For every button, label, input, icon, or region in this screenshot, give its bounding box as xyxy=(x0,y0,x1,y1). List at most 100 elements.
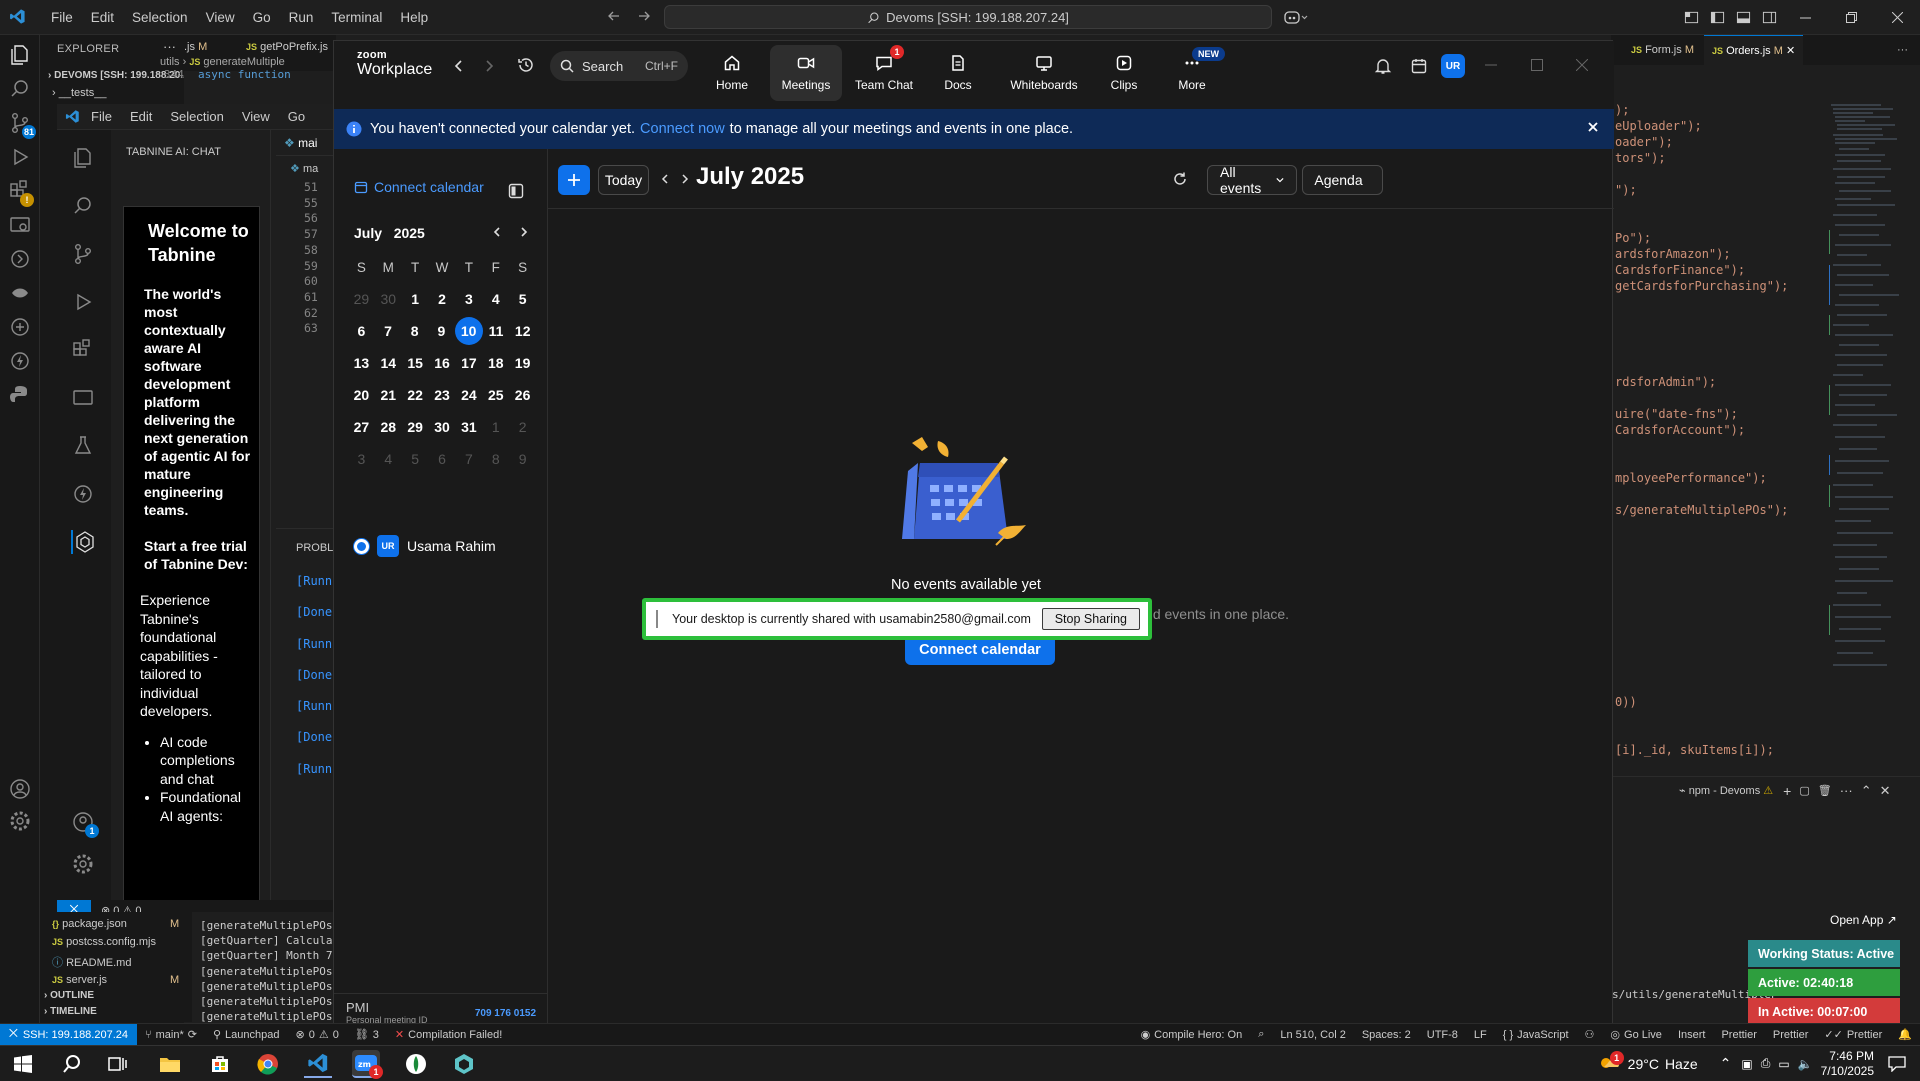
close-tab-icon[interactable]: ✕ xyxy=(1786,44,1795,57)
weather-temp[interactable]: 29°C xyxy=(1628,1056,1659,1072)
calendar-day[interactable]: 3 xyxy=(348,443,375,475)
calendar-day[interactable]: 1 xyxy=(482,411,509,443)
forward-arrow-icon[interactable] xyxy=(636,8,652,24)
calendar-day[interactable]: 9 xyxy=(428,315,455,347)
calendar-day[interactable]: 8 xyxy=(482,443,509,475)
inner-explorer-icon[interactable] xyxy=(71,146,95,170)
collapse-sidebar-icon[interactable] xyxy=(508,183,524,199)
task-view-icon[interactable] xyxy=(104,1050,132,1078)
banner-close-icon[interactable] xyxy=(1586,120,1600,134)
calendar-day[interactable]: 28 xyxy=(375,411,402,443)
calendar-day[interactable]: 11 xyxy=(483,315,510,347)
toggle-sidebar-icon[interactable] xyxy=(1704,0,1730,35)
calendar-day[interactable]: 30 xyxy=(429,411,456,443)
search-view-icon[interactable] xyxy=(8,77,32,101)
calendar-day[interactable]: 23 xyxy=(429,379,456,411)
terminal-more-icon[interactable]: ··· xyxy=(1840,783,1853,798)
prettier-1[interactable]: Prettier xyxy=(1713,1029,1764,1041)
inner-gear-icon[interactable] xyxy=(71,852,95,876)
maximize-panel-icon[interactable]: ⌃ xyxy=(1861,783,1872,799)
prettier-2[interactable]: Prettier xyxy=(1765,1029,1816,1041)
command-center[interactable]: Devoms [SSH: 199.188.207.24] xyxy=(664,5,1272,29)
calendar-day[interactable]: 30 xyxy=(375,283,402,315)
problems-count[interactable]: ⊗ 0 ⚠ 0 xyxy=(287,1028,346,1042)
inner-menu-edit[interactable]: Edit xyxy=(130,109,152,124)
inner-extensions-icon[interactable] xyxy=(71,338,95,362)
toggle-secondary-sidebar-icon[interactable] xyxy=(1756,0,1782,35)
remote-explorer-icon[interactable] xyxy=(8,213,32,237)
zoom-maximize-icon[interactable] xyxy=(1531,59,1543,71)
remote-indicator[interactable]: ⨉ SSH: 199.188.207.24 xyxy=(0,1023,138,1046)
calendar-day[interactable]: 21 xyxy=(375,379,402,411)
menu-run[interactable]: Run xyxy=(280,10,323,25)
toggle-panel-icon[interactable] xyxy=(1730,0,1756,35)
calendar-day[interactable]: 29 xyxy=(402,411,429,443)
tray-app-icon[interactable]: ▣ xyxy=(1741,1057,1752,1071)
tab-orders-js[interactable]: JS Orders.js M ✕ xyxy=(1703,35,1804,65)
tracker-taskbar-icon[interactable] xyxy=(450,1050,478,1078)
calendar-day[interactable]: 13 xyxy=(348,347,375,379)
ports-count[interactable]: ⛓ 3 xyxy=(347,1028,387,1042)
notification-center-icon[interactable] xyxy=(1888,1055,1906,1072)
problems-label[interactable]: PROBL xyxy=(296,542,333,554)
close-panel-icon[interactable]: ✕ xyxy=(1880,783,1891,799)
cursor-position[interactable]: Ln 510, Col 2 xyxy=(1272,1029,1353,1041)
calendar-day[interactable]: 27 xyxy=(348,411,375,443)
zoom-tab-docs[interactable]: Docs xyxy=(928,45,988,101)
zoom-history-icon[interactable] xyxy=(517,56,535,74)
inner-tabnine-icon[interactable] xyxy=(71,530,97,554)
zoom-status-icon[interactable]: ⌕ xyxy=(1250,1028,1272,1041)
calendar-day[interactable]: 7 xyxy=(375,315,402,347)
inner-source-control-icon[interactable] xyxy=(71,242,95,266)
refresh-icon[interactable] xyxy=(1172,171,1188,187)
prettier-3[interactable]: ✓✓ Prettier xyxy=(1816,1028,1890,1042)
source-control-icon[interactable]: 81 xyxy=(8,111,36,139)
tray-overflow-icon[interactable]: ⌃ xyxy=(1720,1055,1732,1072)
calendar-day[interactable]: 12 xyxy=(509,315,536,347)
calendar-day[interactable]: 9 xyxy=(509,443,536,475)
compile-hero[interactable]: ◉ Compile Hero: On xyxy=(1133,1028,1251,1042)
calendar-day[interactable]: 1 xyxy=(402,283,429,315)
zoom-avatar[interactable]: UR xyxy=(1441,54,1465,78)
zoom-taskbar-icon[interactable]: zm 1 xyxy=(352,1050,383,1079)
mini-next-month-icon[interactable] xyxy=(518,226,530,238)
zoom-tab-more[interactable]: More NEW xyxy=(1162,45,1225,101)
customize-layout-icon[interactable] xyxy=(1678,0,1704,35)
kill-terminal-icon[interactable]: 🗑 xyxy=(1818,784,1832,797)
calendar-day[interactable]: 16 xyxy=(429,347,456,379)
calendar-day[interactable]: 14 xyxy=(375,347,402,379)
open-app-link[interactable]: Open App ↗ xyxy=(1830,913,1897,927)
weather-icon[interactable]: 1 xyxy=(1598,1050,1624,1073)
calendar-day[interactable]: 31 xyxy=(455,411,482,443)
menu-edit[interactable]: Edit xyxy=(82,10,123,25)
calendar-widget-icon[interactable] xyxy=(1410,57,1428,75)
zoom-tab-meetings[interactable]: Meetings xyxy=(770,45,842,101)
file-postcss-config[interactable]: JS postcss.config.mjs xyxy=(52,936,156,948)
app-taskbar-icon[interactable] xyxy=(402,1050,430,1078)
calendar-day[interactable]: 7 xyxy=(455,443,482,475)
minimap[interactable] xyxy=(1829,65,1909,805)
zoom-forward-icon[interactable] xyxy=(482,59,496,73)
calendar-day[interactable]: 29 xyxy=(348,283,375,315)
more-actions-icon[interactable]: ··· xyxy=(163,39,176,54)
compile-status[interactable]: ✕ Compilation Failed! xyxy=(387,1028,510,1042)
tab-form-js[interactable]: JS Form.js M xyxy=(1611,44,1704,56)
calendar-day[interactable]: 18 xyxy=(482,347,509,379)
copilot-status-icon[interactable]: ⚇ xyxy=(1577,1028,1603,1041)
inner-menu-file[interactable]: File xyxy=(91,109,112,124)
launchpad[interactable]: ⚲ Launchpad xyxy=(205,1028,288,1042)
prev-period-icon[interactable] xyxy=(660,174,670,184)
editor-more-icon[interactable]: ··· xyxy=(1897,44,1920,56)
chrome-icon[interactable] xyxy=(254,1050,282,1078)
minimize-icon[interactable] xyxy=(1782,0,1828,35)
windows-start-icon[interactable] xyxy=(9,1050,37,1078)
tab-getpoprefix[interactable]: JS getPoPrefix.js xyxy=(246,41,328,53)
inner-thunder-icon[interactable] xyxy=(71,482,95,506)
zoom-tab-team-chat[interactable]: Team Chat 1 xyxy=(848,45,920,101)
run-debug-icon[interactable] xyxy=(8,145,32,169)
outline-section[interactable]: › OUTLINE xyxy=(44,990,94,1001)
encoding[interactable]: UTF-8 xyxy=(1419,1029,1466,1041)
next-period-icon[interactable] xyxy=(680,174,690,184)
copilot-icon[interactable] xyxy=(1284,9,1308,25)
inner-accounts-icon[interactable]: 1 xyxy=(71,810,99,838)
